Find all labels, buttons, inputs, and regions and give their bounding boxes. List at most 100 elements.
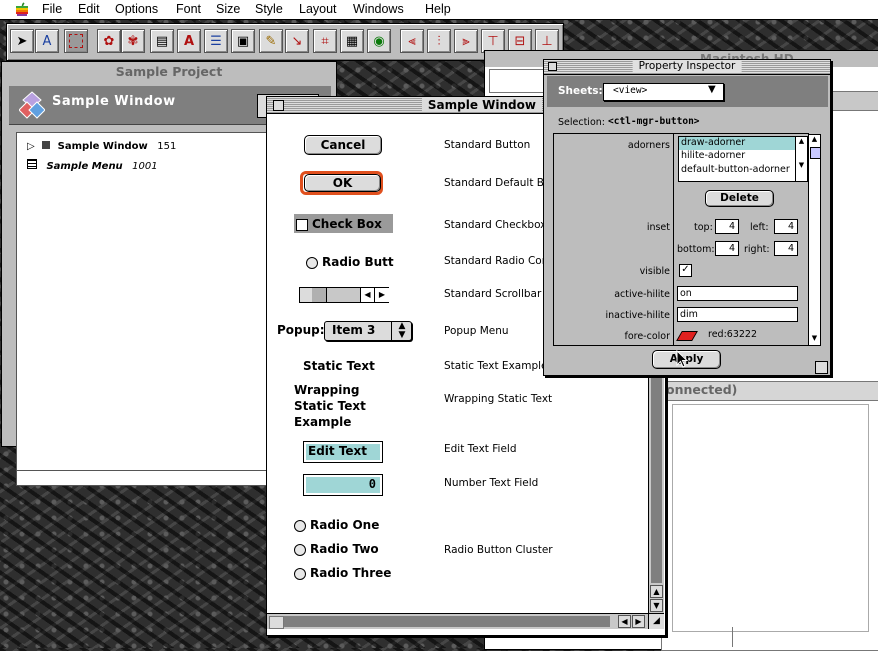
wrap-line: Example bbox=[294, 415, 352, 429]
edit-tool-icon[interactable]: ✎ bbox=[259, 29, 283, 53]
desc-edit: Edit Text Field bbox=[444, 443, 517, 455]
inactive-hilite-label: inactive-hilite bbox=[605, 310, 670, 321]
inspector-close-box-icon[interactable] bbox=[548, 62, 557, 71]
scroll-down-arrow-icon[interactable]: ▼ bbox=[650, 599, 663, 612]
adorners-scrollbar[interactable]: ▲ ▼ bbox=[795, 137, 807, 181]
sheets-popup[interactable]: <view> ▼ bbox=[603, 83, 724, 101]
item-id: 151 bbox=[157, 141, 177, 152]
inspector-scroll-down-icon[interactable]: ▼ bbox=[809, 334, 820, 344]
adorners-list[interactable]: draw-adorner hilite-adorner default-butt… bbox=[678, 136, 808, 182]
text-arrow-tool-icon[interactable]: A bbox=[35, 29, 59, 53]
align-center-icon[interactable]: ⫶ bbox=[427, 29, 451, 53]
scroll-up-arrow-icon[interactable]: ▲ bbox=[650, 585, 663, 598]
menu-font[interactable]: Font bbox=[176, 2, 201, 16]
menu-help[interactable]: Help bbox=[425, 2, 451, 16]
radio-three-label[interactable]: Radio Three bbox=[310, 566, 391, 580]
scroll-left-arrow-icon[interactable]: ◀ bbox=[360, 288, 374, 302]
inspector-zoom-box-icon[interactable] bbox=[815, 361, 828, 374]
disclosure-triangle-icon[interactable]: ▷ bbox=[27, 141, 35, 152]
marquee-tool-icon[interactable] bbox=[64, 29, 88, 53]
menu-size[interactable]: Size bbox=[216, 2, 240, 16]
horizontal-scrollbar[interactable]: ◀ ▶ bbox=[267, 613, 648, 629]
popup-menu[interactable]: Item 3 ▲ ▼ bbox=[324, 321, 412, 341]
visible-checkbox-checkmark-icon[interactable]: ✓ bbox=[679, 264, 692, 277]
adorner-item[interactable]: default-button-adorner bbox=[679, 164, 807, 178]
grid-tool-icon[interactable]: ▦ bbox=[340, 29, 364, 53]
inspector-scroll-up-icon[interactable]: ▲ bbox=[809, 135, 820, 145]
desc-number: Number Text Field bbox=[444, 477, 539, 489]
align-right-icon[interactable]: ⫸ bbox=[454, 29, 478, 53]
inspector-scroll-thumb[interactable] bbox=[810, 147, 821, 159]
list-item[interactable]: ▷ Sample Window 151 bbox=[27, 141, 176, 152]
connected-panel: onnected) bbox=[661, 381, 878, 651]
project-title: Sample Project bbox=[115, 64, 223, 79]
radio-two-label[interactable]: Radio Two bbox=[310, 542, 379, 556]
radio-three-icon[interactable] bbox=[294, 568, 306, 580]
edit-text-frame: Edit Text bbox=[303, 441, 383, 463]
edit-text-field[interactable]: Edit Text bbox=[306, 444, 380, 460]
project-logo-icon bbox=[19, 91, 45, 119]
menu-edit[interactable]: Edit bbox=[78, 2, 100, 16]
align-left-icon[interactable]: ⫷ bbox=[400, 29, 424, 53]
adorner-item-selected[interactable]: draw-adorner bbox=[679, 137, 807, 150]
top-inset-field[interactable]: 4 bbox=[715, 219, 739, 234]
bucket-tool-icon[interactable]: ✿ bbox=[97, 29, 121, 53]
desc-cluster: Radio Button Cluster bbox=[444, 544, 553, 556]
checkbox-icon[interactable] bbox=[296, 219, 308, 231]
inspector-titlebar[interactable]: Property Inspector bbox=[544, 60, 830, 75]
active-hilite-field[interactable]: on bbox=[677, 286, 798, 301]
inspect-tool-icon[interactable]: ◉ bbox=[367, 29, 391, 53]
list-tool-icon[interactable]: ☰ bbox=[204, 29, 228, 53]
fore-color-label: fore-color bbox=[624, 331, 670, 342]
wrap-line: Static Text bbox=[294, 399, 366, 413]
radio-one-icon[interactable] bbox=[294, 520, 306, 532]
checkbox-label[interactable]: Check Box bbox=[312, 217, 382, 231]
scroll-right-arrow-icon[interactable]: ▶ bbox=[374, 288, 389, 302]
paint-tool-icon[interactable]: ✾ bbox=[121, 29, 145, 53]
arrow-tool-icon[interactable]: ➤ bbox=[10, 29, 34, 53]
menu-layout[interactable]: Layout bbox=[299, 2, 337, 16]
wrap-line: Wrapping bbox=[294, 383, 360, 397]
bottom-inset-field[interactable]: 4 bbox=[715, 241, 739, 256]
fore-color-swatch-icon[interactable] bbox=[676, 331, 698, 341]
right-inset-field[interactable]: 4 bbox=[774, 241, 798, 256]
menu-file[interactable]: File bbox=[42, 2, 62, 16]
crop-tool-icon[interactable]: ⌗ bbox=[313, 29, 337, 53]
scroll-left-icon[interactable]: ◀ bbox=[618, 615, 631, 628]
window-tool-icon[interactable]: ▤ bbox=[150, 29, 174, 53]
desc-checkbox: Standard Checkbox C bbox=[444, 219, 558, 231]
radio-two-icon[interactable] bbox=[294, 544, 306, 556]
link-tool-icon[interactable]: ↘ bbox=[285, 29, 309, 53]
menu-options[interactable]: Options bbox=[115, 2, 158, 16]
scroll-right-icon[interactable]: ▶ bbox=[632, 615, 645, 628]
apple-menu-icon[interactable] bbox=[15, 2, 29, 17]
number-text-field[interactable]: 0 bbox=[306, 477, 380, 493]
radio-icon[interactable] bbox=[306, 257, 318, 269]
desc-scrollbar: Standard Scrollbar bbox=[444, 288, 542, 300]
list-item[interactable]: Sample Menu 1001 bbox=[27, 159, 158, 172]
delete-button[interactable]: Delete bbox=[705, 190, 774, 207]
menu-item-icon bbox=[27, 159, 37, 169]
left-inset-field[interactable]: 4 bbox=[774, 219, 798, 234]
hd-column-header[interactable] bbox=[825, 91, 878, 111]
project-header-title: Sample Window bbox=[52, 94, 176, 109]
radio-one-label[interactable]: Radio One bbox=[310, 518, 379, 532]
close-box-icon[interactable] bbox=[273, 100, 284, 111]
cancel-button[interactable]: Cancel bbox=[304, 135, 382, 155]
inspector-scrollbar[interactable]: ▲ ▼ bbox=[808, 134, 821, 346]
menu-windows[interactable]: Windows bbox=[353, 2, 404, 16]
dialog-tool-icon[interactable]: ▣ bbox=[231, 29, 255, 53]
bottom-label: bottom: bbox=[677, 244, 715, 255]
scrollbar-thumb[interactable] bbox=[312, 288, 327, 302]
grow-box-icon[interactable]: ◢ bbox=[648, 613, 664, 629]
adorner-item[interactable]: hilite-adorner bbox=[679, 150, 807, 164]
sheets-value: <view> bbox=[613, 85, 648, 96]
ok-button[interactable]: OK bbox=[304, 174, 381, 192]
menu-style[interactable]: Style bbox=[255, 2, 283, 16]
text-tool-icon[interactable]: A bbox=[177, 29, 201, 53]
radio-label[interactable]: Radio Butt bbox=[322, 255, 394, 269]
hscroll-left-cap bbox=[269, 616, 284, 629]
standard-scrollbar[interactable]: ◀ ▶ bbox=[299, 287, 389, 303]
inset-label: inset bbox=[646, 222, 670, 233]
inactive-hilite-field[interactable]: dim bbox=[677, 307, 798, 322]
